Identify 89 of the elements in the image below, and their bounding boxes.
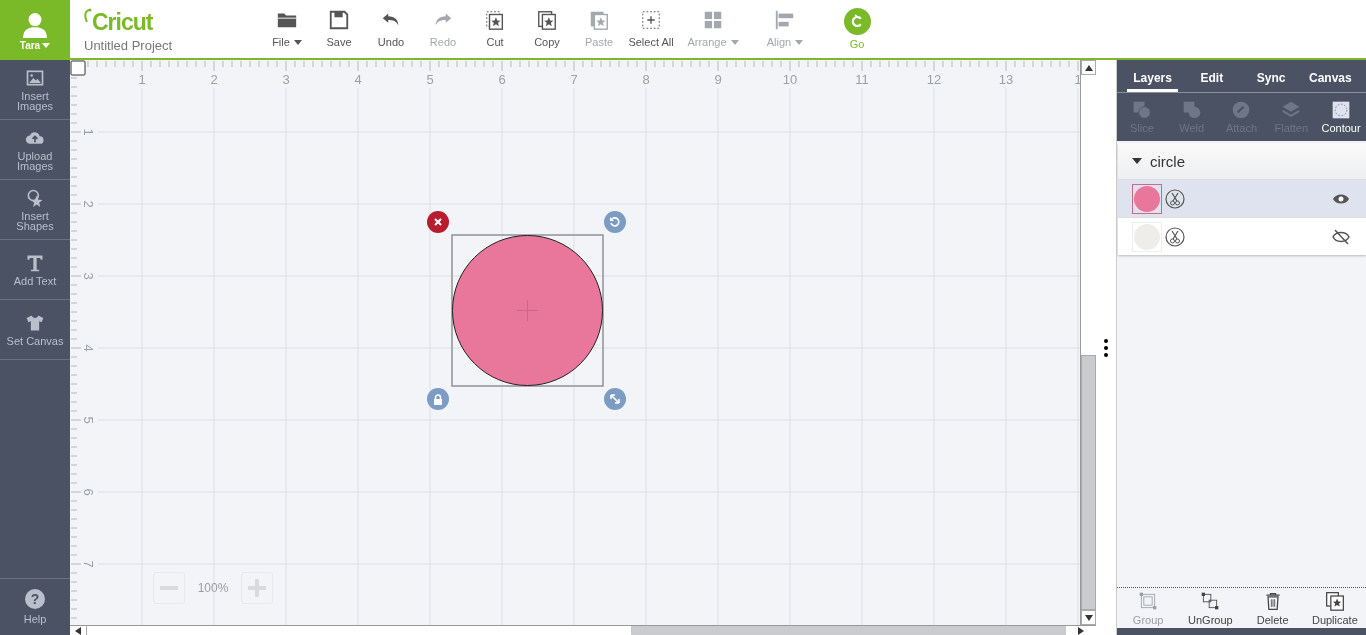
go-logo-icon [843, 8, 871, 35]
rotate-icon [609, 216, 621, 228]
slice-icon [1131, 100, 1152, 120]
layer-group-header[interactable]: circle [1118, 143, 1366, 179]
delete-handle[interactable] [427, 211, 449, 233]
toolbar-button[interactable]: Copy [521, 0, 573, 58]
diagonal-arrows-icon [610, 394, 620, 404]
select-all-icon [640, 9, 662, 31]
ruler-number: 13 [998, 72, 1014, 87]
project-title: Untitled Project [84, 38, 174, 53]
ruler-number: 6 [498, 72, 506, 87]
paste-icon [588, 9, 610, 31]
scissors-icon [1165, 226, 1185, 247]
left-arrow-icon [75, 626, 81, 635]
vertical-scrollbar[interactable] [1080, 60, 1096, 625]
help-icon: ? [25, 589, 45, 609]
down-arrow-icon [1084, 614, 1093, 621]
image-icon [25, 68, 45, 88]
right-arrow-icon [1078, 626, 1084, 635]
text-icon [25, 253, 45, 273]
panel-tab[interactable]: Edit [1186, 71, 1238, 92]
group-icon [1138, 590, 1159, 611]
ruler-number: 6 [81, 488, 96, 496]
ruler-number: 11 [855, 72, 869, 87]
user-menu[interactable]: Tara [19, 39, 51, 51]
rotate-handle[interactable] [604, 211, 626, 233]
caret-icon [42, 42, 51, 48]
help-button[interactable]: ? Help [0, 579, 70, 635]
ruler-number: 4 [354, 72, 362, 87]
user-avatar-icon [22, 11, 48, 38]
lock-icon [433, 393, 443, 405]
brand-logo: Cricut [92, 10, 153, 34]
ruler-number: 5 [426, 72, 434, 87]
ruler-number: 2 [81, 200, 96, 208]
close-icon [434, 218, 442, 226]
plus-icon [248, 579, 266, 597]
ruler-number: 1 [81, 128, 96, 136]
caret-icon[interactable] [1132, 158, 1142, 164]
toolbar-button[interactable]: Select All [625, 0, 677, 58]
panel-tab[interactable]: Sync [1245, 71, 1297, 92]
ruler-number: 7 [81, 560, 96, 568]
layer-action-button[interactable]: Duplicate [1303, 588, 1366, 628]
ruler-number: 2 [210, 72, 218, 87]
lock-handle[interactable] [427, 388, 449, 410]
grid-icon [702, 9, 724, 31]
weld-icon [1181, 100, 1202, 120]
layers-icon [1281, 100, 1302, 120]
scrollbar-thumb[interactable] [631, 626, 1066, 635]
ruler-number: 3 [282, 72, 290, 87]
eye-icon[interactable] [1332, 192, 1350, 205]
toolbar-button[interactable]: Cut [469, 0, 521, 58]
ruler-number: 12 [926, 72, 942, 87]
panel-tab[interactable]: Layers [1127, 71, 1179, 92]
up-arrow-icon [1084, 64, 1093, 71]
ruler-number: 9 [714, 72, 722, 87]
cut-icon [484, 9, 506, 31]
vertical-dots-icon[interactable] [1104, 338, 1108, 357]
layer-action-button[interactable]: UnGroup [1179, 588, 1242, 628]
ruler-number: 10 [782, 72, 798, 87]
duplicate-icon [1324, 590, 1345, 611]
toolbar-button[interactable]: File [261, 0, 313, 58]
contour-icon [1331, 100, 1352, 120]
go-button[interactable]: Go [821, 0, 893, 58]
layer-action-button[interactable]: Delete [1241, 588, 1304, 628]
ruler-number: 7 [570, 72, 578, 87]
layer-group-name: circle [1150, 152, 1185, 170]
ruler-number: 8 [642, 72, 650, 87]
zoom-level: 100% [196, 581, 230, 595]
ruler-number: 3 [81, 272, 96, 280]
attach-icon [1231, 100, 1252, 120]
resize-handle[interactable] [604, 388, 626, 410]
panel-action-button[interactable]: Contour [1316, 93, 1366, 141]
toolbar-button[interactable]: Undo [365, 0, 417, 58]
horizontal-scrollbar[interactable] [70, 625, 1096, 635]
shirt-icon [25, 313, 45, 333]
align-icon [774, 9, 796, 31]
selected-circle-shape[interactable] [451, 234, 604, 387]
ruler-number: 1 [138, 72, 146, 87]
antenna-icon [84, 8, 92, 22]
ruler-number: 5 [81, 416, 96, 424]
ungroup-icon [1200, 590, 1221, 611]
ruler-number: 4 [81, 344, 96, 352]
scissors-icon [1165, 188, 1185, 209]
eye-slashed-icon[interactable] [1332, 228, 1350, 245]
shapes-icon [25, 188, 45, 208]
panel-tab[interactable]: Canvas [1304, 71, 1356, 92]
toolbar-button[interactable]: Save [313, 0, 365, 58]
scrollbar-thumb[interactable] [1081, 355, 1096, 610]
copy-icon [536, 9, 558, 31]
